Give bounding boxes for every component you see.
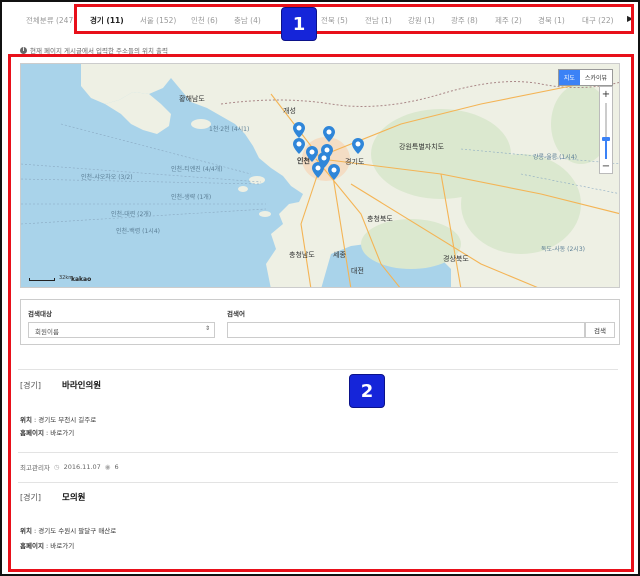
map-marker[interactable] — [306, 146, 318, 162]
label-daejeon: 대전 — [351, 267, 364, 275]
map-type-toggle: 지도 스카이뷰 — [557, 69, 613, 86]
post-meta: 최고관리자 ◷ 2016.11.07 ◉ 6 — [20, 462, 119, 472]
post-title[interactable]: 모의원 — [62, 491, 85, 503]
search-panel: 검색대상 검색어 회원이름 ⇕ 검색 — [20, 299, 620, 345]
divider — [18, 369, 618, 370]
map-view[interactable]: 황해남도 개성 인천 경기도 강원특별자치도 충청북도 충청남도 세종 대전 경… — [20, 63, 620, 288]
map-marker[interactable] — [328, 164, 340, 180]
label-hwanghae: 황해남도 — [179, 95, 205, 103]
label-kaesong: 개성 — [283, 107, 296, 115]
label-sea-route-4: 인천-대련 (2개) — [111, 211, 152, 218]
annotation-badge-1: 1 — [281, 7, 317, 41]
label-sea-route-1: 인천-티엔진 (4/4개) — [171, 166, 223, 173]
post-category: [경기] — [20, 381, 41, 390]
select-updown-icon: ⇕ — [204, 325, 210, 332]
map-type-map-button[interactable]: 지도 — [558, 70, 580, 85]
map-marker[interactable] — [293, 122, 305, 138]
search-keyword-input[interactable] — [227, 322, 585, 338]
post-title[interactable]: 바라인의원 — [62, 379, 101, 391]
search-button[interactable]: 검색 — [585, 322, 615, 338]
homepage-link[interactable]: 바로가기 — [50, 542, 74, 550]
zoom-out-button[interactable]: − — [600, 159, 612, 173]
map-marker[interactable] — [312, 162, 324, 178]
label-chungbuk: 충청북도 — [367, 215, 393, 223]
label-sea-route-2: 인천-샤오차오 (3/2) — [81, 174, 133, 181]
search-target-label: 검색대상 — [28, 310, 52, 318]
post-homepage: 홈페이지 : 바로가기 — [20, 429, 75, 437]
post-location: 위치 : 경기도 부천시 길주로 — [20, 416, 97, 424]
divider — [18, 482, 618, 483]
label-sea-route-6: 1천·2천 (4시1) — [209, 126, 250, 133]
info-icon: i — [20, 46, 27, 54]
map-scale: 32km — [29, 275, 73, 281]
map-marker[interactable] — [323, 126, 335, 142]
search-target-select[interactable]: 회원이름 ⇕ — [28, 322, 215, 338]
map-marker[interactable] — [352, 138, 364, 154]
zoom-in-button[interactable]: + — [600, 87, 612, 101]
label-sea-route-3: 인천-생략 (1개) — [171, 194, 212, 201]
tab-all[interactable]: 전체분류 (247) — [26, 15, 76, 26]
map-marker[interactable] — [293, 138, 305, 154]
location-label: 위치 — [20, 416, 32, 424]
zoom-fill — [605, 138, 607, 159]
label-chungnam: 충청남도 — [289, 251, 315, 259]
post-homepage: 홈페이지 : 바로가기 — [20, 542, 75, 550]
zoom-control: + − — [599, 86, 613, 174]
homepage-label: 홈페이지 — [20, 542, 44, 550]
divider — [18, 452, 618, 453]
post-category: [경기] — [20, 493, 41, 502]
label-gyeongbuk: 경상북도 — [443, 255, 469, 263]
label-sea-route-7: 강릉-울릉 (1시4) — [533, 154, 577, 161]
label-gyeonggi: 경기도 — [345, 158, 365, 166]
scale-bar — [29, 278, 55, 281]
post-views: 6 — [114, 463, 119, 471]
label-sea-route-5: 인천-백령 (1시4) — [116, 228, 160, 235]
map-type-skyview-button[interactable]: 스카이뷰 — [580, 70, 612, 85]
eye-icon: ◉ — [104, 463, 111, 471]
post-location: 위치 : 경기도 수원시 팔달구 매산로 — [20, 527, 117, 535]
label-gangwon: 강원특별자치도 — [399, 143, 445, 151]
annotation-box-1 — [74, 4, 634, 34]
post-author[interactable]: 최고관리자 — [20, 462, 50, 472]
location-label: 위치 — [20, 527, 32, 535]
post-date: 2016.11.07 — [63, 463, 101, 471]
homepage-label: 홈페이지 — [20, 429, 44, 437]
location-value: 경기도 부천시 길주로 — [38, 416, 97, 424]
homepage-link[interactable]: 바로가기 — [50, 429, 74, 437]
kakao-logo: kakao — [71, 276, 92, 283]
search-keyword-label: 검색어 — [227, 310, 245, 318]
label-sea-route-8: 독도-사동 (2시3) — [541, 246, 585, 253]
location-value: 경기도 수원시 팔달구 매산로 — [38, 527, 117, 535]
label-sejong: 세종 — [333, 251, 346, 259]
search-target-value: 회원이름 — [35, 328, 59, 336]
annotation-badge-2: 2 — [349, 374, 385, 408]
zoom-handle[interactable] — [602, 136, 610, 141]
clock-icon: ◷ — [53, 463, 60, 471]
